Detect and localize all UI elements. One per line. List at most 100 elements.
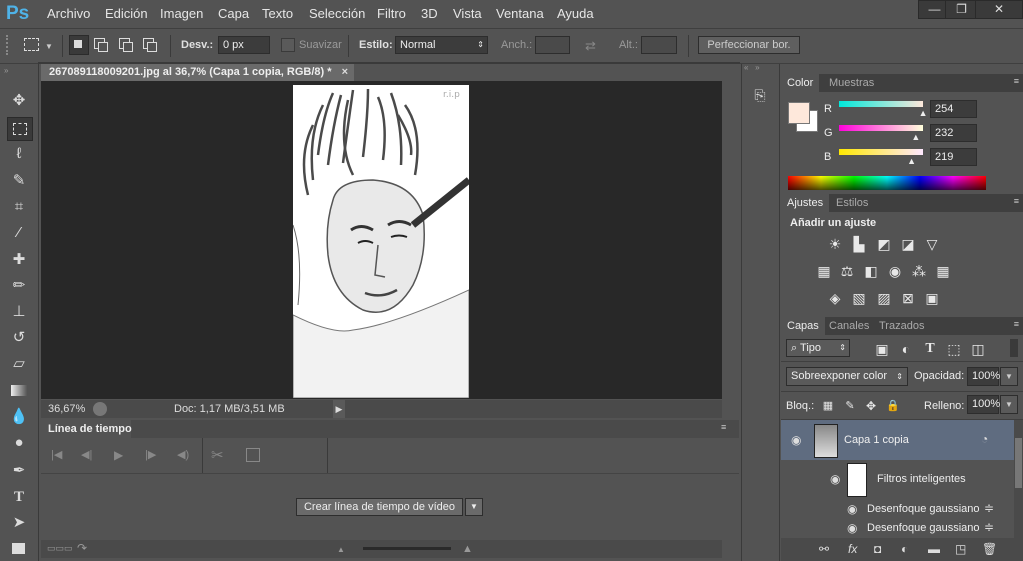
timeline-options-dropdown[interactable]: ▼ <box>465 498 483 516</box>
levels-icon[interactable]: ▙ <box>851 237 867 251</box>
curves-icon[interactable]: ◩ <box>876 237 892 251</box>
canvas-image[interactable]: r.i.p <box>293 85 469 398</box>
exposure-icon[interactable]: ◪ <box>900 237 916 251</box>
antialias-checkbox[interactable] <box>281 38 295 52</box>
menu-texto[interactable]: Texto <box>262 6 293 21</box>
menu-imagen[interactable]: Imagen <box>160 6 203 21</box>
opacity-dropdown[interactable]: ▼ <box>1000 367 1018 386</box>
crop-tool-icon[interactable]: ⌗ <box>7 196 31 218</box>
feather-input[interactable]: 0 px <box>218 36 270 54</box>
close-button[interactable]: ✕ <box>975 0 1023 19</box>
eye-icon[interactable]: ◉ <box>791 433 801 447</box>
zoom-out-icon[interactable]: ▲ <box>337 545 345 554</box>
black-white-icon[interactable]: ◧ <box>863 264 879 278</box>
lock-all-icon[interactable]: 🔒 <box>885 399 901 413</box>
color-balance-icon[interactable]: ⚖ <box>839 264 855 278</box>
scissors-icon[interactable]: ✂ <box>211 446 224 464</box>
filter-toggle[interactable] <box>1010 339 1018 357</box>
red-slider[interactable] <box>839 101 923 107</box>
panel-menu-icon[interactable]: ≡ <box>1014 76 1019 86</box>
shape-tool-icon[interactable] <box>7 538 31 560</box>
posterize-icon[interactable]: ▧ <box>851 291 867 305</box>
type-tool-icon[interactable]: T <box>7 486 31 508</box>
eyedropper-tool-icon[interactable]: ⁄ <box>7 222 31 244</box>
filter-smart-object-icon[interactable]: ◫ <box>970 342 986 356</box>
restore-button[interactable]: ❐ <box>945 0 978 19</box>
width-input[interactable] <box>535 36 570 54</box>
layer-filter-select[interactable]: ⌕ Tipo ⇕ <box>786 339 850 357</box>
selective-color-icon[interactable]: ⊠ <box>900 291 916 305</box>
panel-menu-icon[interactable]: ≡ <box>721 422 726 432</box>
zoom-in-icon[interactable]: ▲ <box>462 543 473 555</box>
tab-layers[interactable]: Capas <box>781 317 825 335</box>
fx-icon[interactable]: fx <box>848 542 857 556</box>
stamp-tool-icon[interactable]: ⊥ <box>7 301 31 323</box>
filter-shape-icon[interactable]: ⬚ <box>946 342 962 356</box>
new-layer-icon[interactable]: ◳ <box>955 542 966 556</box>
audio-icon[interactable]: ◀) <box>177 448 189 461</box>
filter-adjustment-icon[interactable]: ◐ <box>898 342 914 356</box>
lock-pixels-icon[interactable]: ✎ <box>842 399 858 413</box>
add-mask-icon[interactable]: ◘ <box>874 542 881 556</box>
filter-name[interactable]: Desenfoque gaussiano <box>867 503 980 515</box>
zoom-slider[interactable] <box>363 547 451 550</box>
panel-menu-icon[interactable]: ≡ <box>1014 196 1019 206</box>
menu-vista[interactable]: Vista <box>453 6 482 21</box>
eraser-tool-icon[interactable]: ▱ <box>7 353 31 375</box>
gradient-tool-icon[interactable] <box>7 380 31 402</box>
vibrance-icon[interactable]: ▦ <box>816 264 832 278</box>
red-slider-thumb[interactable]: ▲ <box>919 108 928 118</box>
fill-dropdown[interactable]: ▼ <box>1000 395 1018 414</box>
tab-channels[interactable]: Canales <box>823 317 875 335</box>
blur-tool-icon[interactable]: 💧 <box>7 406 31 428</box>
invert-icon[interactable]: ◈ <box>827 291 843 305</box>
filter-type-icon[interactable]: T <box>922 342 938 356</box>
trash-icon[interactable]: 🗑 <box>982 542 997 556</box>
menu-edicion[interactable]: Edición <box>105 6 148 21</box>
color-lookup-icon[interactable]: ▦ <box>935 264 951 278</box>
close-tab-icon[interactable]: × <box>342 64 348 81</box>
blue-slider-thumb[interactable]: ▲ <box>907 156 916 166</box>
play-icon[interactable]: ▶ <box>114 448 123 462</box>
history-brush-tool-icon[interactable]: ↺ <box>7 327 31 349</box>
collapse-arrows-icon[interactable]: » <box>4 66 8 75</box>
adjustment-layer-icon[interactable]: ◐ <box>901 542 908 556</box>
path-selection-tool-icon[interactable]: ➤ <box>7 512 31 534</box>
menu-3d[interactable]: 3D <box>421 6 438 21</box>
eye-icon[interactable]: ◉ <box>847 502 857 516</box>
link-icon[interactable]: ⚯ <box>819 542 829 556</box>
smart-filters-label[interactable]: Filtros inteligentes <box>877 473 966 485</box>
brush-tool-icon[interactable]: ✏ <box>7 275 31 297</box>
move-tool-icon[interactable]: ✥ <box>7 90 31 112</box>
create-video-timeline-button[interactable]: Crear línea de tiempo de vídeo <box>296 498 463 516</box>
status-menu-icon[interactable] <box>93 402 107 416</box>
smart-filters-row[interactable]: ◉ Filtros inteligentes <box>781 460 1016 500</box>
color-spectrum[interactable] <box>788 176 986 190</box>
convert-icon[interactable]: ↷ <box>77 541 87 555</box>
blue-value-input[interactable]: 219 <box>930 148 977 166</box>
history-panel-icon[interactable]: ⎘ <box>749 84 771 106</box>
chevron-down-icon[interactable]: ▼ <box>45 42 53 51</box>
filter-pixel-icon[interactable]: ▣ <box>874 342 890 356</box>
green-value-input[interactable]: 232 <box>930 124 977 142</box>
eye-icon[interactable]: ◉ <box>847 521 857 535</box>
gradient-triangle-icon[interactable]: ▽ <box>924 237 940 251</box>
marquee-tool-icon[interactable] <box>7 117 33 141</box>
opacity-input[interactable]: 100% <box>967 367 1000 386</box>
brightness-icon[interactable]: ☀ <box>827 237 843 251</box>
zoom-level[interactable]: 36,67% <box>48 403 85 415</box>
lasso-tool-icon[interactable]: ℓ <box>7 143 31 165</box>
marquee-preset-icon[interactable] <box>24 38 39 51</box>
refine-edge-button[interactable]: Perfeccionar bor. <box>698 36 800 54</box>
folder-icon[interactable]: ▬ <box>928 542 940 556</box>
lock-position-icon[interactable]: ✥ <box>863 399 879 413</box>
tab-swatches[interactable]: Muestras <box>823 74 880 92</box>
menu-archivo[interactable]: Archivo <box>47 6 90 21</box>
tab-adjustments[interactable]: Ajustes <box>781 194 830 212</box>
gradient-map-icon[interactable]: ▣ <box>924 291 940 305</box>
grip-handle[interactable] <box>6 35 12 55</box>
red-value-input[interactable]: 254 <box>930 100 977 118</box>
pen-tool-icon[interactable]: ✒ <box>7 460 31 482</box>
foreground-color-swatch[interactable] <box>788 102 810 124</box>
frame-animation-icon[interactable]: ▭▭▭ <box>47 543 73 554</box>
